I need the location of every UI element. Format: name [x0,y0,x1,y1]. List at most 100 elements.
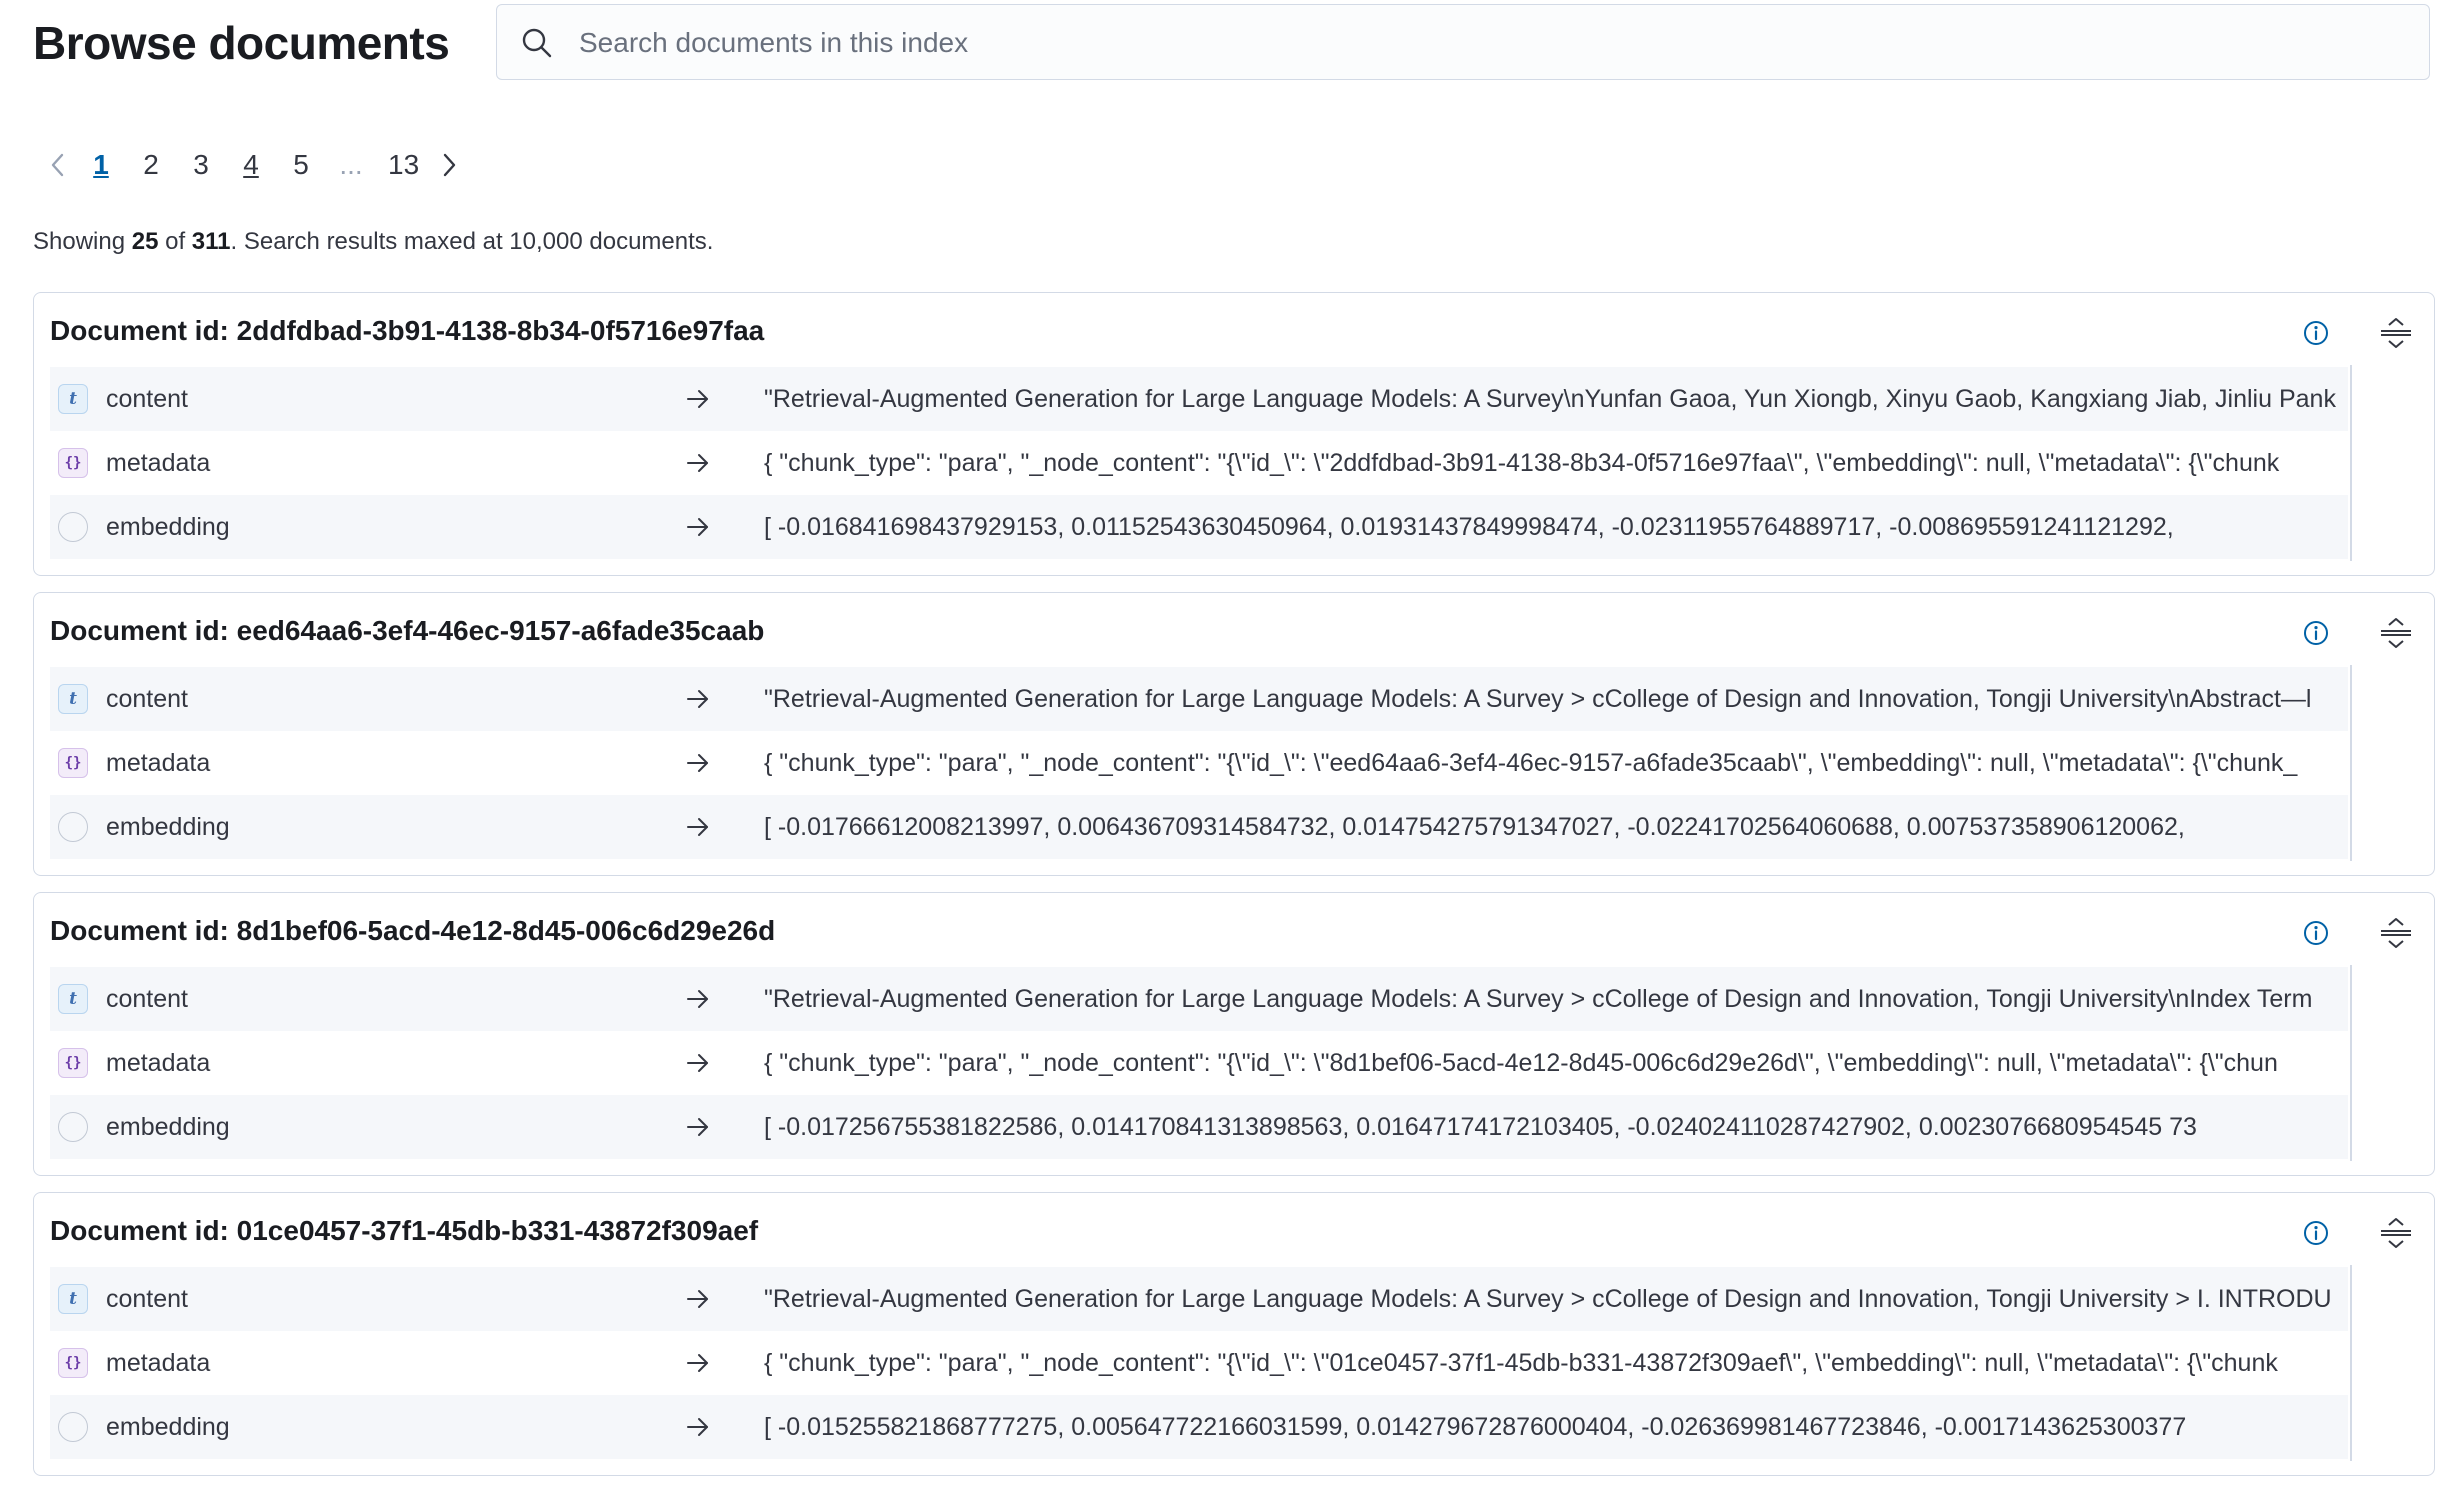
text-type-icon: t [58,384,88,414]
text-type-icon: t [58,684,88,714]
expand-icon[interactable] [2378,615,2414,651]
field-row-metadata[interactable]: {} metadata { "chunk_type": "para", "_node… [50,731,2348,795]
field-value: [ -0.015255821868777275, 0.0056477221660… [764,1413,2187,1441]
pagination: 1 2 3 4 5 ... 13 [40,140,467,190]
field-row-metadata[interactable]: {} metadata { "chunk_type": "para", "_node… [50,1031,2348,1095]
field-row-embedding[interactable]: embedding [ -0.017256755381822586, 0.0141… [50,1095,2348,1159]
document-fields: t content "Retrieval-Augmented Generation … [50,367,2348,559]
field-name: metadata [106,449,211,477]
field-name: content [106,685,189,713]
field-row-embedding[interactable]: embedding [ -0.016841698437929153, 0.0115… [50,495,2348,559]
field-value: { "chunk_type": "para", "_node_content":… [764,749,2298,777]
pagination-page-last[interactable]: 13 [376,149,431,181]
document-card: Document id: 2ddfdbad-3b91-4138-8b34-0f5… [33,292,2435,576]
text-type-icon: t [58,984,88,1014]
info-icon[interactable] [2302,1219,2330,1247]
pagination-page-4[interactable]: 4 [226,149,276,181]
field-name: embedding [106,813,230,841]
document-fields: t content "Retrieval-Augmented Generation … [50,967,2348,1159]
field-row-embedding[interactable]: embedding [ -0.01766612008213997, 0.00643… [50,795,2348,859]
search-box[interactable] [496,4,2430,81]
document-id-title: Document id: 8d1bef06-5acd-4e12-8d45-006… [50,915,776,946]
document-fields: t content "Retrieval-Augmented Generation … [50,667,2348,859]
field-value: "Retrieval-Augmented Generation for Larg… [764,685,2312,713]
expand-icon[interactable] [2378,315,2414,351]
expand-icon[interactable] [2378,915,2414,951]
vector-type-icon [58,1412,88,1442]
field-name: metadata [106,1049,211,1077]
info-icon[interactable] [2302,319,2330,347]
page-title: Browse documents [33,17,450,69]
field-row-metadata[interactable]: {} metadata { "chunk_type": "para", "_node… [50,431,2348,495]
field-value: "Retrieval-Augmented Generation for Larg… [764,385,2336,413]
field-row-metadata[interactable]: {} metadata { "chunk_type": "para", "_node… [50,1331,2348,1395]
text-type-icon: t [58,1284,88,1314]
summary-total-count: 311 [191,228,231,255]
field-name: embedding [106,1113,230,1141]
pagination-next-button[interactable] [431,147,467,183]
document-id-title: Document id: 01ce0457-37f1-45db-b331-438… [50,1215,759,1246]
field-row-embedding[interactable]: embedding [ -0.015255821868777275, 0.0056… [50,1395,2348,1459]
search-input[interactable] [577,5,2411,81]
summary-shown-count: 25 [131,228,159,255]
field-name: metadata [106,1349,211,1377]
chevron-left-icon [51,153,64,177]
header: Browse documents [0,0,2444,90]
document-card: Document id: 01ce0457-37f1-45db-b331-438… [33,1192,2435,1476]
field-name: embedding [106,1413,230,1441]
document-card: Document id: 8d1bef06-5acd-4e12-8d45-006… [33,892,2435,1176]
info-icon[interactable] [2302,919,2330,947]
field-value: "Retrieval-Augmented Generation for Larg… [764,985,2313,1013]
scroll-divider [2350,665,2352,861]
field-name: content [106,385,189,413]
field-value: [ -0.016841698437929153, 0.0115254363045… [764,513,2174,541]
arrow-right-icon [687,1054,708,1072]
result-summary: Showing 25 of 311. Search results maxed … [33,228,713,256]
arrow-right-icon [687,390,708,408]
scroll-divider [2350,1265,2352,1461]
arrow-right-icon [687,990,708,1008]
arrow-right-icon [687,818,708,836]
arrow-right-icon [687,1418,708,1436]
field-value: { "chunk_type": "para", "_node_content":… [764,449,2280,477]
document-id-title: Document id: eed64aa6-3ef4-46ec-9157-a6f… [50,615,765,646]
field-row-content[interactable]: t content "Retrieval-Augmented Generation … [50,367,2348,431]
field-row-content[interactable]: t content "Retrieval-Augmented Generation … [50,1267,2348,1331]
info-icon[interactable] [2302,619,2330,647]
chevron-right-icon [443,153,456,177]
pagination-page-3[interactable]: 3 [176,149,226,181]
pagination-page-2[interactable]: 2 [126,149,176,181]
pagination-page-1[interactable]: 1 [76,149,126,181]
search-icon [522,28,552,58]
pagination-ellipsis: ... [339,149,363,180]
object-type-icon: {} [58,1048,88,1078]
field-value: [ -0.01766612008213997, 0.00643670931458… [764,813,2185,841]
document-fields: t content "Retrieval-Augmented Generation … [50,1267,2348,1459]
field-value: { "chunk_type": "para", "_node_content":… [764,1049,2278,1077]
field-value: [ -0.017256755381822586, 0.0141708413138… [764,1113,2197,1141]
field-value: { "chunk_type": "para", "_node_content":… [764,1349,2278,1377]
object-type-icon: {} [58,1348,88,1378]
arrow-right-icon [687,754,708,772]
scroll-divider [2350,965,2352,1161]
expand-icon[interactable] [2378,1215,2414,1251]
field-name: content [106,1285,189,1313]
pagination-page-5[interactable]: 5 [276,149,326,181]
object-type-icon: {} [58,748,88,778]
field-name: content [106,985,189,1013]
vector-type-icon [58,512,88,542]
summary-prefix: Showing [33,228,132,255]
pagination-prev-button[interactable] [40,147,76,183]
summary-suffix: . Search results maxed at 10,000 documen… [230,228,714,255]
arrow-right-icon [687,1290,708,1308]
field-name: embedding [106,513,230,541]
arrow-right-icon [687,690,708,708]
summary-of: of [158,228,192,255]
document-card: Document id: eed64aa6-3ef4-46ec-9157-a6f… [33,592,2435,876]
scroll-divider [2350,365,2352,561]
vector-type-icon [58,1112,88,1142]
field-name: metadata [106,749,211,777]
field-row-content[interactable]: t content "Retrieval-Augmented Generation … [50,667,2348,731]
field-row-content[interactable]: t content "Retrieval-Augmented Generation … [50,967,2348,1031]
arrow-right-icon [687,454,708,472]
